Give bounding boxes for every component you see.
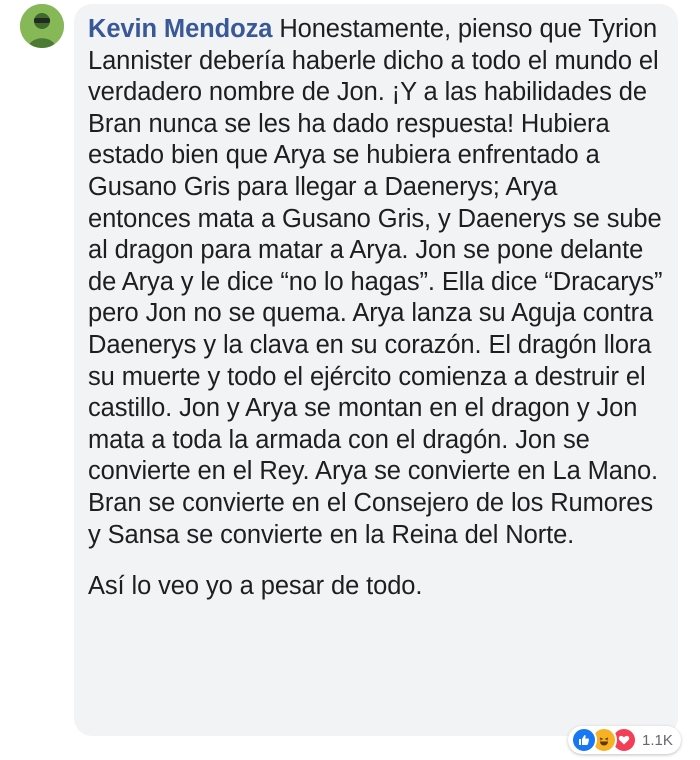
avatar[interactable] <box>20 4 64 48</box>
avatar-image <box>20 4 64 48</box>
comment-paragraph: Honestamente, pienso que Tyrion Lanniste… <box>88 15 663 549</box>
reaction-count: 1.1K <box>642 731 673 749</box>
comment-body: Kevin Mendoza Honestamente, pienso que T… <box>88 14 664 551</box>
comment-paragraph: Así lo veo yo a pesar de todo. <box>88 572 423 601</box>
comment-bubble: Kevin Mendoza Honestamente, pienso que T… <box>74 4 678 736</box>
like-icon <box>571 727 597 753</box>
reactions-summary[interactable]: 1.1K <box>568 726 681 754</box>
comment-author-link[interactable]: Kevin Mendoza <box>88 15 272 43</box>
